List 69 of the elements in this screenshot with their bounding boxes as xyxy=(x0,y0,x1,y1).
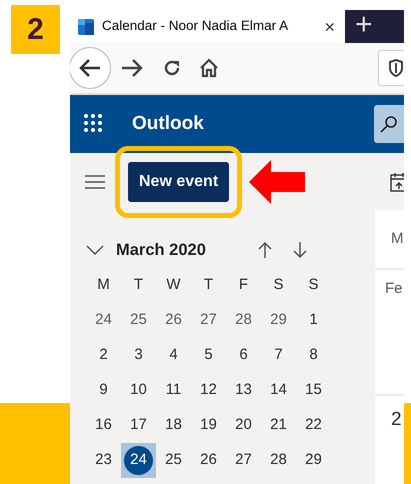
reload-icon[interactable] xyxy=(162,58,182,78)
step-number: 2 xyxy=(11,5,60,54)
day-label: Fe xyxy=(375,270,404,396)
calendar-day[interactable]: 17 xyxy=(121,408,156,443)
weekday-label: F xyxy=(238,275,250,296)
calendar-day[interactable]: 22 xyxy=(296,408,331,443)
calendar-day[interactable]: 16 xyxy=(86,408,121,443)
search-icon xyxy=(380,115,398,133)
date-label: 2 xyxy=(390,408,403,432)
calendar-day[interactable]: 25 xyxy=(121,303,156,338)
calendar-day[interactable]: 10 xyxy=(121,373,156,408)
calendar-day[interactable]: 4 xyxy=(156,338,191,373)
calendar-day[interactable]: 21 xyxy=(261,408,296,443)
calendar-day[interactable]: 14 xyxy=(261,373,296,408)
calendar-day[interactable]: 19 xyxy=(191,408,226,443)
column-header: M xyxy=(375,210,404,270)
month-title: March 2020 xyxy=(116,240,206,261)
weekday-label: M xyxy=(96,275,111,296)
calendar-day[interactable]: 1 xyxy=(296,303,331,338)
shield-icon xyxy=(389,59,403,77)
calendar-day[interactable]: 11 xyxy=(156,373,191,408)
down-arrow-icon[interactable] xyxy=(292,241,307,259)
calendar-day[interactable]: 24 xyxy=(86,303,121,338)
calendar-app-icon xyxy=(78,18,94,34)
pointer-arrow-icon xyxy=(249,160,306,204)
home-icon[interactable] xyxy=(199,58,219,78)
calendar-day[interactable]: 7 xyxy=(261,338,296,373)
calendar-day[interactable]: 27 xyxy=(191,303,226,338)
calendar-day[interactable]: 9 xyxy=(86,373,121,408)
search-field[interactable] xyxy=(374,105,404,143)
calendar-day[interactable]: 28 xyxy=(226,303,261,338)
calendar-day[interactable]: 3 xyxy=(121,338,156,373)
calendar-day[interactable]: 26 xyxy=(156,303,191,338)
browser-tab[interactable]: Calendar - Noor Nadia Elmar A × xyxy=(70,10,345,43)
calendar-day[interactable]: 26 xyxy=(191,443,226,478)
calendar-day[interactable]: 27 xyxy=(226,443,261,478)
back-arrow-icon xyxy=(79,58,101,78)
app-launcher-icon[interactable] xyxy=(84,114,104,134)
weekday-label: S xyxy=(307,275,320,296)
up-arrow-icon[interactable] xyxy=(258,241,272,259)
calendar-day[interactable]: 29 xyxy=(261,303,296,338)
calendar-day[interactable]: 12 xyxy=(191,373,226,408)
calendar-day[interactable]: 20 xyxy=(226,408,261,443)
calendar-icon[interactable] xyxy=(390,172,404,192)
weekday-label: T xyxy=(202,275,214,296)
tab-close-button[interactable]: × xyxy=(322,18,337,36)
back-button[interactable] xyxy=(70,47,111,89)
chevron-down-icon[interactable] xyxy=(86,245,104,255)
weekday-label: T xyxy=(132,275,144,296)
calendar-day[interactable]: 13 xyxy=(226,373,261,408)
calendar-day[interactable]: 23 xyxy=(86,443,121,478)
calendar-day[interactable]: 18 xyxy=(156,408,191,443)
calendar-day[interactable]: 29 xyxy=(296,443,331,478)
tab-title: Calendar - Noor Nadia Elmar A xyxy=(102,17,290,36)
weekday-label: S xyxy=(272,275,284,296)
calendar-day[interactable]: 24 xyxy=(121,443,156,478)
menu-icon[interactable] xyxy=(85,174,105,188)
calendar-day[interactable]: 8 xyxy=(296,338,331,373)
calendar-day[interactable]: 5 xyxy=(191,338,226,373)
calendar-day[interactable]: 6 xyxy=(226,338,261,373)
forward-icon[interactable] xyxy=(121,58,143,78)
calendar-day[interactable]: 25 xyxy=(156,443,191,478)
calendar-day[interactable]: 2 xyxy=(86,338,121,373)
new-event-button[interactable]: New event xyxy=(128,162,230,202)
calendar-day[interactable]: 15 xyxy=(296,373,331,408)
calendar-day[interactable]: 28 xyxy=(261,443,296,478)
weekday-label: W xyxy=(165,275,182,296)
new-tab-button[interactable]: + xyxy=(345,10,404,43)
app-title: Outlook xyxy=(132,112,204,136)
